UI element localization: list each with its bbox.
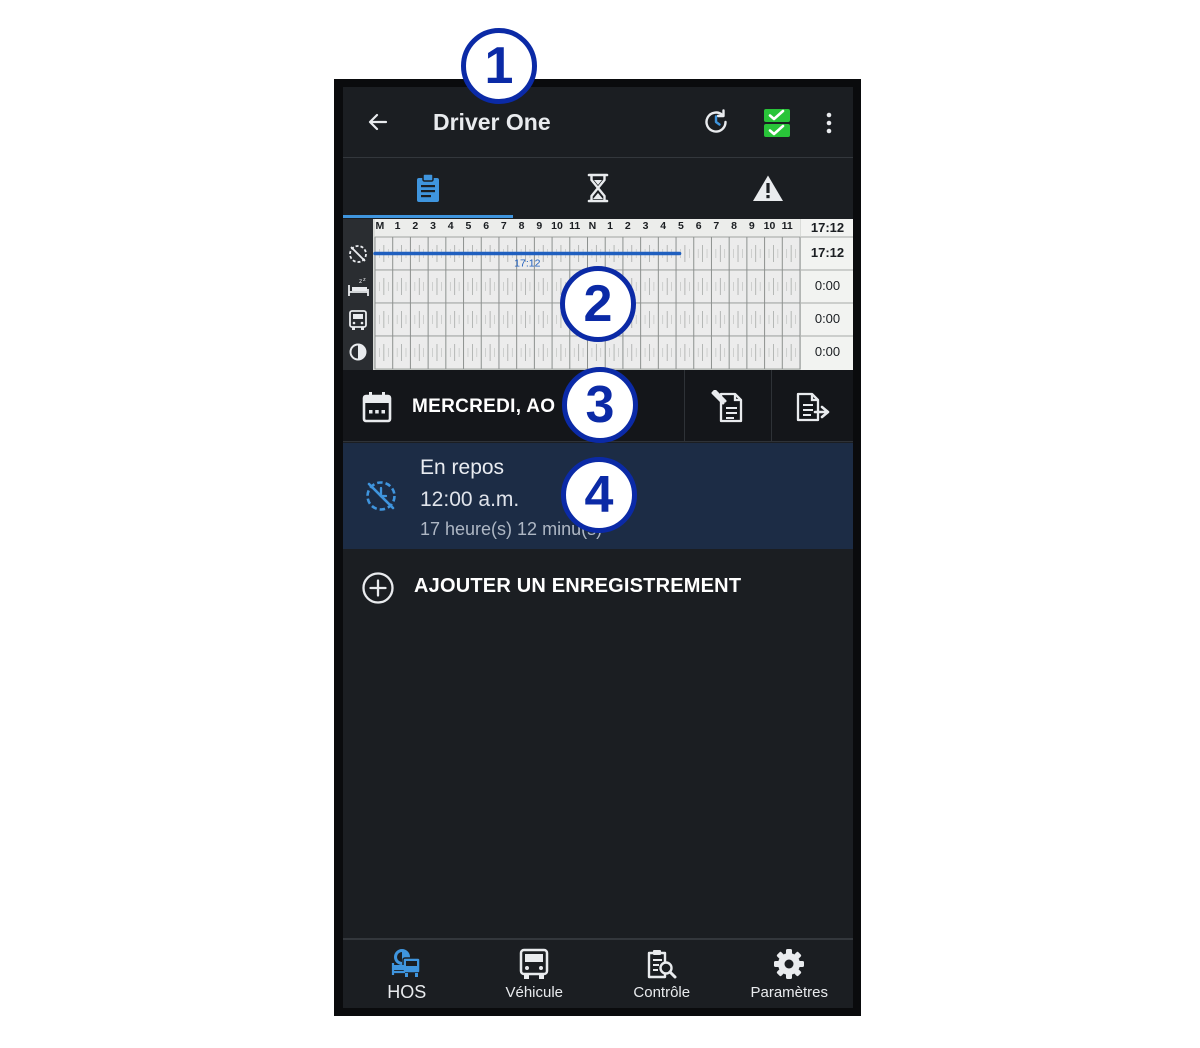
- nav-vehicle-icon-wrap: [471, 948, 599, 980]
- nav-hos-label: HOS: [387, 982, 427, 1002]
- hos-icon: [391, 949, 421, 977]
- hour-label: 10: [551, 220, 563, 232]
- hour-label: N: [588, 220, 597, 232]
- hourglass-icon: [587, 173, 609, 203]
- nav-settings-label: Paramètres: [750, 984, 829, 1001]
- tab-timers[interactable]: [513, 158, 683, 218]
- gear-icon: [774, 949, 805, 979]
- sync-clock-icon: [705, 109, 727, 133]
- nav-inspection-icon-wrap: [598, 948, 726, 980]
- calendar-icon: [362, 392, 392, 423]
- edit-document-icon: [711, 389, 743, 423]
- on-duty-total: 0:00: [814, 344, 841, 359]
- hour-label: 10: [763, 220, 776, 232]
- tab-logs[interactable]: [343, 158, 513, 218]
- hour-label: 1: [394, 220, 401, 232]
- hour-label: 11: [569, 220, 581, 232]
- tab-violations[interactable]: [683, 158, 853, 218]
- callout-1: 1: [461, 28, 537, 104]
- sleeper-total: 0:00: [814, 278, 841, 293]
- hour-label: 5: [465, 220, 472, 232]
- calendar-button[interactable]: [362, 391, 392, 428]
- warning-icon: [753, 175, 783, 201]
- hour-label: 9: [748, 220, 755, 232]
- hour-label: 7: [713, 220, 720, 232]
- edit-log-button[interactable]: [711, 389, 745, 429]
- hour-label: 4: [660, 220, 667, 232]
- driving-total: 0:00: [814, 311, 841, 326]
- app-screen: Driver One z z 17:12 M 1 2 3 4 5 6 7 8 9…: [343, 87, 853, 1008]
- hour-label: 1: [607, 220, 614, 232]
- hour-label: 3: [430, 220, 436, 232]
- back-button[interactable]: [361, 105, 395, 139]
- off-duty-total: 17:12: [810, 245, 845, 260]
- clipboard-icon: [417, 173, 439, 202]
- nav-hos[interactable]: HOS: [343, 940, 471, 1008]
- hour-label: 6: [695, 220, 702, 232]
- status-check-button[interactable]: [760, 106, 794, 140]
- truck-icon: [520, 948, 549, 979]
- arrow-left-icon: [368, 113, 388, 131]
- callout-3: 3: [562, 367, 638, 443]
- plus-circle-icon: [362, 572, 394, 604]
- hour-label: 7: [500, 220, 507, 232]
- hour-label: M: [375, 220, 385, 232]
- tab-bar: [343, 158, 853, 218]
- duty-segment-label: 17:12: [514, 258, 540, 270]
- hour-label: 11: [781, 220, 793, 232]
- hour-label: 2: [624, 220, 631, 232]
- entry-status: En repos: [420, 456, 505, 479]
- hour-label: 3: [642, 220, 649, 232]
- active-tab-indicator: [343, 215, 513, 218]
- hour-label: 5: [678, 220, 684, 232]
- app-bar: Driver One: [343, 87, 853, 158]
- add-record-label: AJOUTER UN ENREGISTREMENT: [414, 575, 742, 597]
- date-label[interactable]: MERCREDI, AO: [412, 396, 555, 418]
- nav-settings-icon-wrap: [726, 948, 854, 980]
- entry-time: 12:00 a.m.: [420, 488, 520, 511]
- hour-label: 6: [483, 220, 490, 232]
- more-vertical-icon: [826, 112, 832, 134]
- callout-4: 4: [561, 457, 637, 533]
- nav-hos-icon-wrap: [343, 948, 471, 978]
- sync-button[interactable]: [698, 104, 734, 140]
- nav-settings[interactable]: Paramètres: [726, 940, 854, 1008]
- plus-circle-wrap: [361, 571, 395, 610]
- divider: [771, 370, 772, 441]
- export-log-button[interactable]: [795, 390, 831, 429]
- export-document-icon: [796, 392, 830, 422]
- callout-2: 2: [560, 266, 636, 342]
- nav-inspection-label: Contrôle: [633, 984, 691, 1001]
- hour-label: 8: [731, 220, 737, 232]
- hour-label: 2: [412, 220, 419, 232]
- add-record-button[interactable]: AJOUTER UN ENREGISTREMENT: [343, 557, 853, 617]
- page-title: Driver One: [433, 109, 551, 135]
- nav-vehicle[interactable]: Véhicule: [471, 940, 599, 1008]
- checklist-icon: [764, 109, 790, 137]
- nav-inspection[interactable]: Contrôle: [598, 940, 726, 1008]
- hour-label: 8: [518, 220, 525, 232]
- hour-label: 9: [536, 220, 543, 232]
- nav-vehicle-label: Véhicule: [505, 984, 564, 1001]
- overflow-menu-button[interactable]: [815, 107, 843, 139]
- hour-label: 4: [447, 220, 454, 232]
- inspection-icon: [647, 950, 677, 979]
- header-total: 17:12: [810, 220, 845, 235]
- off-duty-icon: [366, 481, 396, 511]
- bottom-navigation: HOS Véhicule Contrôle Paramètres: [343, 938, 853, 1008]
- entry-status-icon-wrap: [364, 479, 398, 518]
- divider: [684, 370, 685, 441]
